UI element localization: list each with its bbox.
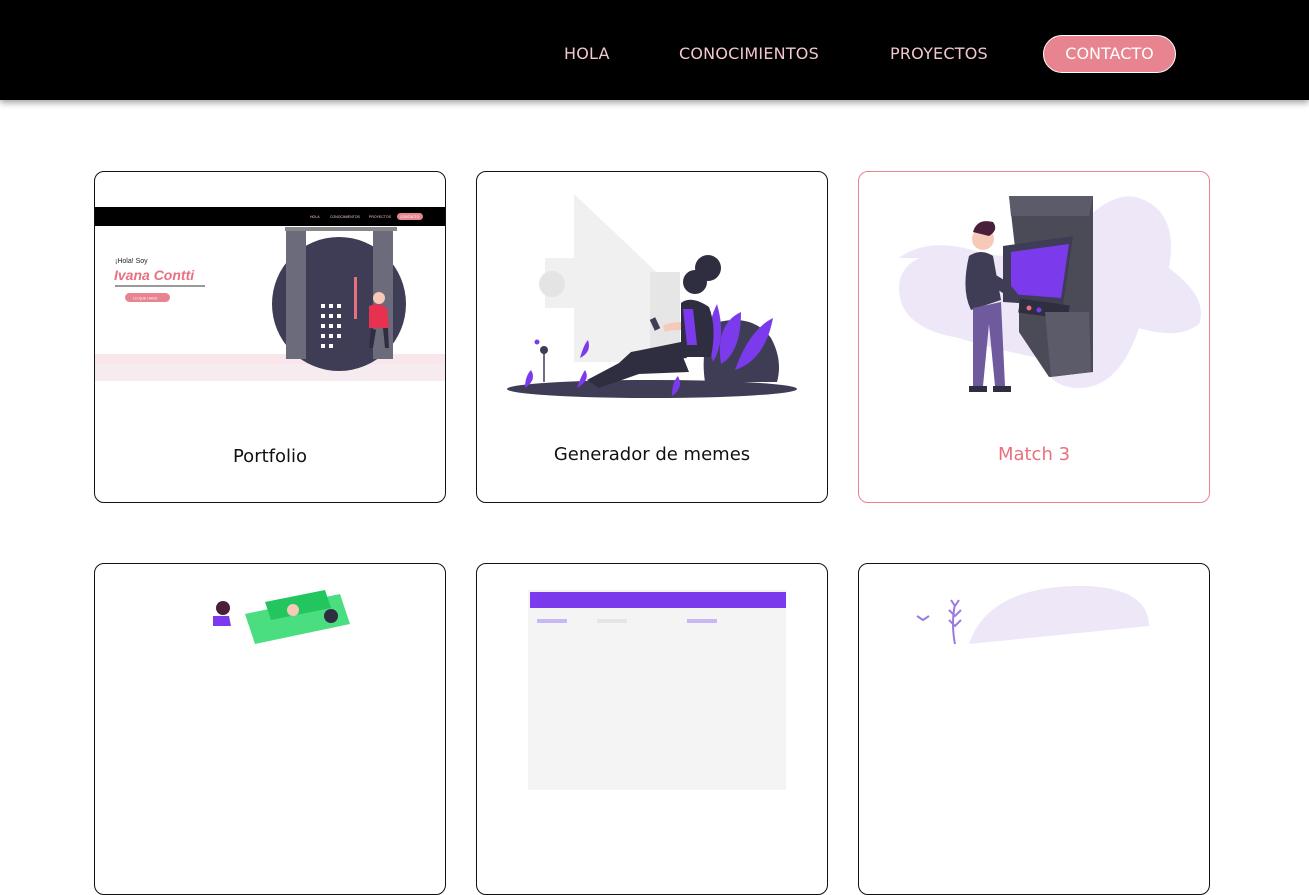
top-navbar: HOLA CONOCIMIENTOS PROYECTOS CONTACTO [0, 0, 1309, 100]
plants-illustration [916, 585, 1149, 645]
project-card-6[interactable] [858, 563, 1210, 895]
svg-text:LO QUE HAGO: LO QUE HAGO [133, 297, 158, 301]
nav-link-proyectos[interactable]: PROYECTOS [890, 42, 988, 66]
project-card-generador-de-memes[interactable]: Generador de memes [476, 171, 828, 503]
project-card-portfolio[interactable]: HOLA CONOCIMIENTOS PROYECTOS CONTACTO ¡H… [94, 171, 446, 503]
portfolio-screenshot-thumbnail: HOLA CONOCIMIENTOS PROYECTOS CONTACTO ¡H… [95, 207, 445, 381]
svg-text:CONOCIMIENTOS: CONOCIMIENTOS [330, 215, 361, 219]
project-title: Portfolio [232, 446, 308, 467]
nav-link-conocimientos[interactable]: CONOCIMIENTOS [679, 42, 819, 66]
web-layout-illustration [528, 590, 786, 790]
project-card-5[interactable] [476, 563, 828, 895]
nav-link-hola[interactable]: HOLA [564, 42, 610, 66]
svg-text:Ivana Contti: Ivana Contti [114, 267, 195, 283]
svg-text:HOLA: HOLA [310, 215, 320, 219]
woman-reading-illustration [507, 194, 797, 398]
money-illustration [213, 590, 350, 644]
project-title: Generador de memes [553, 444, 751, 465]
project-card-4[interactable] [94, 563, 446, 895]
svg-text:PROYECTOS: PROYECTOS [369, 215, 392, 219]
svg-text:¡Hola! Soy: ¡Hola! Soy [115, 258, 148, 265]
contact-button[interactable]: CONTACTO [1043, 35, 1176, 73]
project-card-match-3[interactable]: Match 3 [858, 171, 1210, 503]
arcade-gamer-illustration [899, 196, 1201, 392]
project-title: Match 3 [997, 444, 1071, 465]
svg-text:CONTACTO: CONTACTO [400, 215, 420, 219]
